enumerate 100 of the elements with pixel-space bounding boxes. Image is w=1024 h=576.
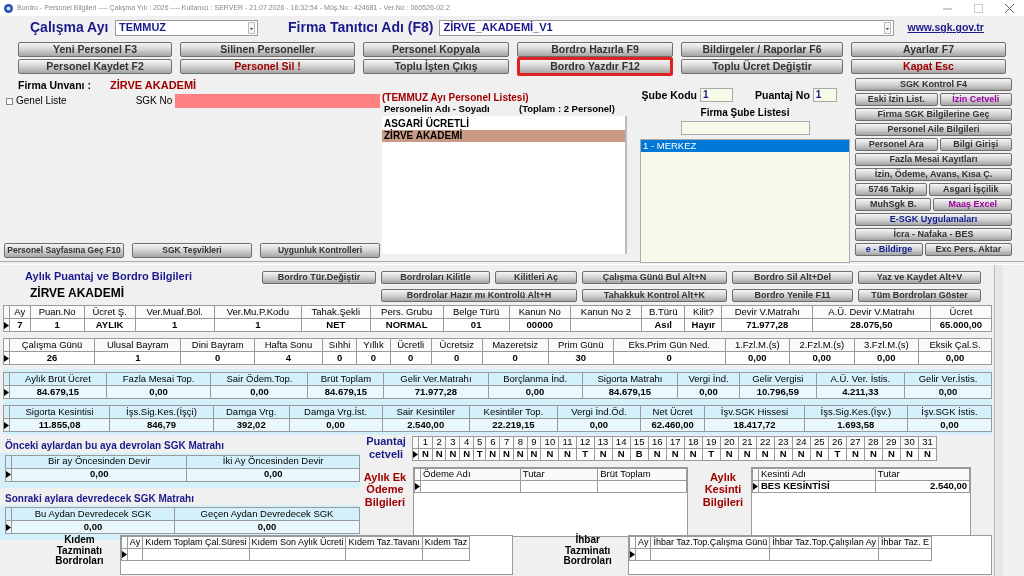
toolbar-button[interactable]: Bordro Hazırla F9	[517, 42, 673, 57]
puantaj-number-field[interactable]: 1	[812, 88, 837, 102]
side-button[interactable]: 5746 Takip	[855, 183, 928, 196]
column-header: Mazeretsiz	[482, 338, 549, 352]
column-header: Ödeme Adı	[420, 468, 521, 481]
branch-search-field[interactable]	[680, 120, 810, 135]
side-button[interactable]: Fazla Mesai Kayıtları	[855, 153, 1012, 166]
action-button[interactable]: Tüm Bordroları Göster	[858, 288, 981, 302]
action-button[interactable]: Personel Sayfasına Geç F10	[4, 243, 124, 258]
column-header: Vergi İnd.Öd.	[557, 405, 641, 419]
close-icon[interactable]	[1005, 3, 1014, 13]
row-pointer-icon	[4, 321, 9, 329]
company-dropdown[interactable]: ZİRVE_AKADEMİ_V1	[439, 19, 895, 36]
action-button[interactable]: Bordrolar Hazır mı Kontrolü Alt+H	[381, 288, 577, 302]
action-button[interactable]: Bordroları Kilitle	[381, 271, 490, 284]
column-header: Borçlanma İnd.	[488, 372, 583, 386]
side-button[interactable]: SGK Kontrol F4	[855, 78, 1012, 91]
action-button[interactable]: Bordro Tür.Değiştir	[262, 271, 376, 284]
checkbox-label: Genel Liste	[16, 95, 68, 107]
toolbar-button[interactable]: Personel Kopyala	[363, 42, 509, 57]
action-button[interactable]: Bordro Sil Alt+Del	[732, 271, 853, 284]
side-button[interactable]: Bilgi Girişi	[939, 138, 1012, 151]
column-header: 3.Fzl.M.(s)	[854, 338, 919, 352]
column-header: Bir ay Öncesinden Devir	[11, 455, 187, 468]
table-cell: N	[445, 448, 460, 461]
table-cell: N	[418, 448, 433, 461]
column-header: Prim Günü	[548, 338, 614, 352]
column-header: Ücretsiz	[431, 338, 483, 352]
column-header: Belge Türü	[443, 305, 510, 319]
row-pointer-icon	[4, 354, 9, 362]
column-header: Net Ücret	[640, 405, 705, 419]
toolbar-button[interactable]: Toplu İşten Çıkış	[363, 59, 509, 74]
side-button[interactable]: Exc Pers. Aktar	[924, 243, 1012, 256]
column-header: Hafta Sonu	[254, 338, 323, 352]
row-pointer-icon	[4, 388, 9, 396]
section-title: Önceki aylardan bu aya devrolan SGK Matrahı	[5, 440, 225, 452]
action-button[interactable]: Uygunluk Kontrolleri	[260, 243, 380, 258]
scrollbar[interactable]	[994, 265, 1003, 576]
sgk-number-field[interactable]	[175, 94, 380, 108]
column-header: Aylık Brüt Ücret	[9, 372, 107, 386]
list-item[interactable]: ZİRVE AKADEMİ	[382, 130, 625, 143]
side-button[interactable]: MuhSgk B.	[855, 198, 932, 211]
column-header: Ay	[9, 305, 31, 319]
column-header: Ücretli	[390, 338, 432, 352]
column-header: Yıllık	[356, 338, 390, 352]
action-button[interactable]: Tahakkuk Kontrol Alt+K	[582, 288, 727, 302]
side-button[interactable]: Eski İzin List.	[855, 93, 938, 106]
side-button[interactable]: E-SGK Uygulamaları	[855, 213, 1012, 226]
personnel-count: (Toplam : 2 Personel)	[519, 103, 615, 115]
row-pointer-icon	[413, 450, 418, 458]
column-header: Ver.Muaf.Böl.	[135, 305, 215, 319]
column-header: İhbar Taz.Top.Çalışılan Ay	[769, 536, 879, 549]
column-header: Tutar	[875, 468, 970, 481]
column-header: Kesintiler Top.	[469, 405, 558, 419]
table-cell: N	[432, 448, 446, 461]
column-header: Pers. Grubu	[370, 305, 443, 319]
month-dropdown[interactable]: TEMMUZ	[115, 19, 258, 36]
side-button[interactable]: Asgari İşçilik	[929, 183, 1012, 196]
grid-label: Puantaj cetveli	[365, 435, 407, 462]
action-button[interactable]: Çalışma Günü Bul Alt+N	[582, 271, 727, 284]
grid-label: Aylık Kesinti Bilgileri	[701, 471, 745, 510]
toolbar-button[interactable]: Yeni Personel F3	[18, 42, 172, 57]
toolbar-button[interactable]: Personel Sil !	[180, 59, 355, 74]
side-button[interactable]: Maaş Excel	[933, 198, 1012, 211]
side-button[interactable]: İzin Cetveli	[939, 93, 1012, 106]
toolbar-button[interactable]: Toplu Ücret Değiştir	[681, 59, 843, 74]
checkbox[interactable]	[6, 97, 13, 105]
column-header: İşv.SGK İstis.	[907, 405, 992, 419]
side-button[interactable]: Firma SGK Bilgilerine Geç	[855, 108, 1012, 121]
side-button[interactable]: e - Bildirge	[855, 243, 923, 256]
toolbar-button[interactable]: Kapat Esc	[851, 59, 1006, 74]
row-pointer-icon	[121, 551, 127, 558]
side-button[interactable]: İzin, Ödeme, Avans, Kısa Ç.	[855, 168, 1012, 181]
toolbar-button[interactable]: Personel Kaydet F2	[18, 59, 172, 74]
action-button[interactable]: Bordro Yenile F11	[732, 288, 853, 302]
side-button[interactable]: İcra - Nafaka - BES	[855, 228, 1012, 241]
branch-code-field[interactable]: 1	[700, 88, 733, 102]
side-button[interactable]: Personel Aile Bilgileri	[855, 123, 1012, 136]
toolbar-button[interactable]: Silinen Personeller	[180, 42, 355, 57]
link[interactable]: www.sgk.gov.tr	[907, 21, 984, 34]
maximize-icon[interactable]	[974, 3, 983, 13]
caret-icon	[884, 21, 892, 34]
action-button[interactable]: Kilitleri Aç	[495, 271, 577, 284]
column-header: Kanun No 2	[570, 305, 642, 319]
side-button[interactable]: Personel Ara	[855, 138, 938, 151]
toolbar-button[interactable]: Bildirgeler / Raporlar F6	[681, 42, 843, 57]
column-header: Kıdem Toplam Çal.Süresi	[142, 536, 250, 549]
action-button[interactable]: SGK Teşvikleri	[132, 243, 252, 258]
column-header: Kanun No	[509, 305, 571, 319]
list-item[interactable]: 1 - MERKEZ	[641, 139, 849, 152]
column-header: A.Ü. Devir V.Matrahı	[812, 305, 931, 319]
column-header: Kesinti Adı	[758, 468, 876, 481]
toolbar-button[interactable]: Bordro Yazdır F12	[517, 57, 673, 76]
column-header: İhbar Taz.Top.Çalışma Günü	[650, 536, 770, 549]
toolbar-button[interactable]: Ayarlar F7	[851, 42, 1006, 57]
row-pointer-icon	[6, 523, 11, 531]
column-header: Brüt Toplam	[597, 468, 687, 481]
column-header: Geçen Aydan Devredecek SGK	[174, 507, 360, 521]
action-button[interactable]: Yaz ve Kaydet Alt+V	[858, 271, 981, 284]
grid-label: İhbar Tazminatı Bordroları	[562, 535, 613, 568]
